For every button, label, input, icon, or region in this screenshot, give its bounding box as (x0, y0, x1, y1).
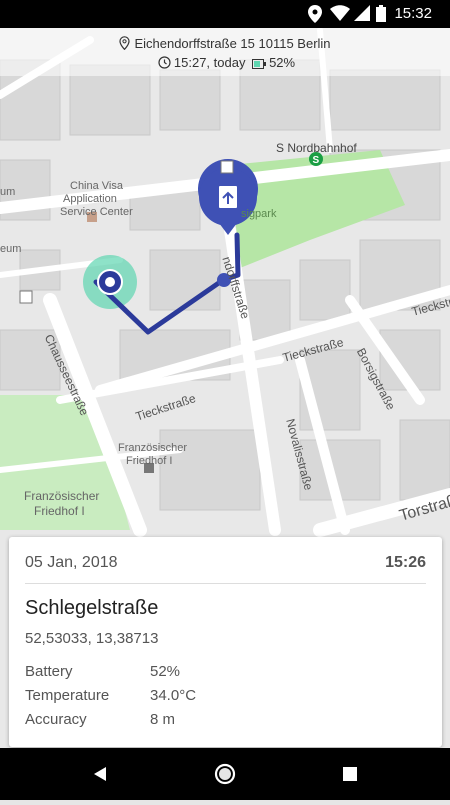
pin-icon (119, 36, 131, 53)
wifi-icon (330, 5, 350, 26)
detail-value: 34.0°C (150, 687, 197, 704)
header-battery: 52% (269, 55, 296, 70)
location-header: Eichendorffstraße 15 10115 Berlin 15:27,… (0, 28, 450, 76)
detail-row-temperature: Temperature 34.0°C (25, 687, 196, 704)
label-franz-friedhof-2b: Friedhof I (34, 504, 85, 518)
detail-value: 8 m (150, 711, 176, 728)
card-coordinates: 52,53033, 13,38713 (25, 630, 159, 647)
home-button[interactable] (195, 748, 255, 800)
label-franz-friedhof-1b: Friedhof I (126, 455, 173, 467)
card-time: 15:26 (385, 554, 426, 571)
label-china-visa: China Visa (70, 180, 123, 192)
svg-text:S: S (313, 155, 320, 166)
back-icon (94, 767, 106, 781)
tram-icon-2 (19, 290, 33, 304)
detail-label: Battery (25, 663, 73, 680)
detail-row-accuracy: Accuracy 8 m (25, 711, 175, 728)
battery-level-icon (252, 57, 267, 72)
detail-value: 52% (150, 663, 181, 680)
header-time: 15:27, today (173, 55, 246, 70)
label-service-center: Service Center (60, 206, 133, 218)
tram-icon (220, 160, 234, 174)
label-franz-friedhof-2a: Französischer (24, 489, 100, 503)
clock-icon (158, 56, 171, 72)
location-info-card[interactable]: 05 Jan, 2018 15:26 Schlegelstraße 52,530… (9, 537, 442, 747)
back-button[interactable] (70, 748, 130, 800)
label-park: sigpark (241, 208, 277, 220)
detail-row-battery: Battery 52% (25, 663, 180, 680)
label-franz-friedhof-1a: Französischer (118, 442, 188, 454)
recents-button[interactable] (320, 748, 380, 800)
battery-icon (376, 5, 386, 27)
label-eum: eum (0, 243, 22, 255)
detail-label: Temperature (25, 687, 110, 704)
recents-icon (343, 767, 357, 781)
navigation-bar (0, 748, 450, 800)
card-street: Schlegelstraße (25, 597, 159, 619)
label-s-nordbahnhof: S Nordbahnhof (276, 141, 357, 155)
card-divider (25, 583, 426, 584)
detail-label: Accuracy (25, 711, 87, 728)
signal-icon (354, 5, 370, 26)
status-bar: 15:32 (0, 0, 450, 28)
home-icon (214, 763, 236, 785)
header-address: Eichendorffstraße 15 10115 Berlin (134, 36, 331, 51)
card-date: 05 Jan, 2018 (25, 554, 118, 571)
location-icon (308, 5, 322, 28)
label-application: Application (63, 193, 117, 205)
status-time: 15:32 (394, 5, 432, 22)
label-um: um (0, 186, 16, 198)
